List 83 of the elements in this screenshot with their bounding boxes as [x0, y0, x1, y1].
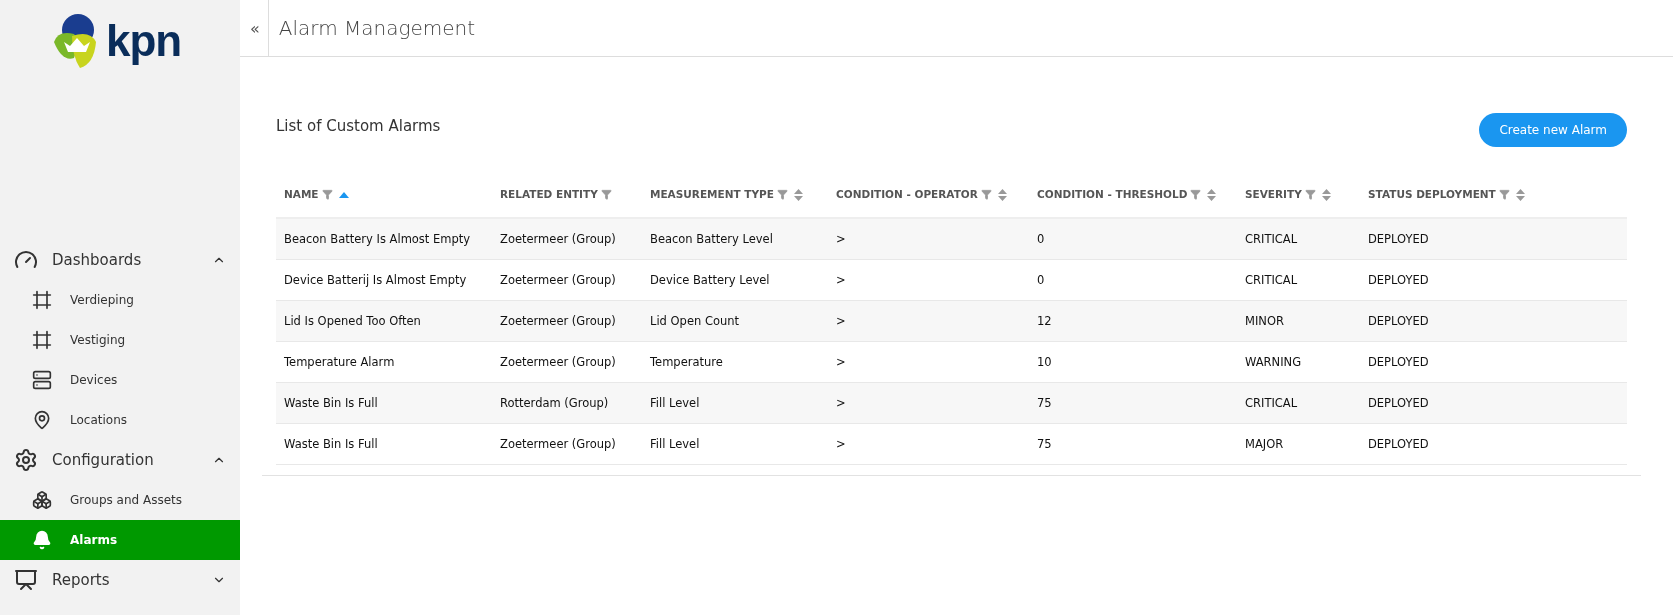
column-header[interactable]: NAME	[284, 187, 319, 200]
collapse-button[interactable]: «	[240, 0, 269, 56]
table-cell: DEPLOYED	[1360, 300, 1627, 342]
table-cell: DEPLOYED	[1360, 423, 1627, 465]
page-title: Alarm Management	[278, 16, 476, 40]
sidebar-section[interactable]: Reports	[0, 560, 240, 600]
table-cell: Fill Level	[642, 382, 828, 424]
table-cell: >	[828, 218, 1029, 260]
table-cell: >	[828, 423, 1029, 465]
column-header[interactable]: CONDITION - OPERATOR	[836, 187, 978, 200]
table-cell: >	[828, 259, 1029, 301]
table-cell: 12	[1029, 300, 1237, 342]
table-cell: Rotterdam (Group)	[492, 382, 642, 424]
table-cell: Lid Open Count	[642, 300, 828, 342]
table-cell: Zoetermeer (Group)	[492, 218, 642, 260]
table-cell: Temperature	[642, 341, 828, 383]
sidebar-item[interactable]: Locations	[0, 400, 240, 440]
table-cell: Beacon Battery Is Almost Empty	[276, 218, 492, 260]
sidebar-item[interactable]: Verdieping	[0, 280, 240, 320]
sidebar-item[interactable]: Vestiging	[0, 320, 240, 360]
filter-icon[interactable]	[600, 189, 612, 201]
filter-icon[interactable]	[321, 189, 333, 201]
logo-text: kpn	[106, 16, 182, 66]
sort-icon[interactable]	[1207, 188, 1217, 201]
table-cell: MAJOR	[1237, 423, 1360, 465]
table-cell: DEPLOYED	[1360, 341, 1627, 383]
section-icon	[14, 448, 38, 472]
filter-icon[interactable]	[1304, 189, 1316, 200]
filter-icon[interactable]	[980, 189, 992, 200]
sort-icon[interactable]	[793, 188, 803, 201]
table-cell: WARNING	[1237, 341, 1360, 383]
table-cell: Temperature Alarm	[276, 341, 492, 383]
sort-ascending-icon[interactable]	[338, 190, 349, 199]
item-icon	[32, 530, 52, 550]
table-cell: MINOR	[1237, 300, 1360, 342]
column-header[interactable]: SEVERITY	[1245, 187, 1302, 200]
table-cell: CRITICAL	[1237, 259, 1360, 301]
table-cell: >	[828, 300, 1029, 342]
table-cell: >	[828, 341, 1029, 383]
table-cell: >	[828, 382, 1029, 424]
table-cell: Device Battery Level	[642, 259, 828, 301]
sidebar-section[interactable]: Configuration	[0, 440, 240, 480]
table-cell: Zoetermeer (Group)	[492, 300, 642, 342]
item-icon	[32, 490, 52, 510]
table-cell: 75	[1029, 423, 1237, 465]
sort-icon[interactable]	[1515, 188, 1525, 201]
table-cell: CRITICAL	[1237, 218, 1360, 260]
table-cell: Device Batterij Is Almost Empty	[276, 259, 492, 301]
section-icon	[14, 568, 38, 592]
item-icon	[32, 290, 52, 310]
table-cell: CRITICAL	[1237, 382, 1360, 424]
table-cell: DEPLOYED	[1360, 218, 1627, 260]
sort-icon[interactable]	[997, 188, 1007, 201]
table-cell: Lid Is Opened Too Often	[276, 300, 492, 342]
column-header[interactable]: STATUS DEPLOYMENT	[1368, 187, 1496, 200]
table-cell: Waste Bin Is Full	[276, 382, 492, 424]
sidebar-item[interactable]: Groups and Assets	[0, 480, 240, 520]
item-icon	[32, 410, 52, 430]
sidebar-section[interactable]: Dashboards	[0, 240, 240, 280]
table-cell: Fill Level	[642, 423, 828, 465]
column-header[interactable]: MEASUREMENT TYPE	[650, 187, 774, 200]
table-cell: DEPLOYED	[1360, 259, 1627, 301]
table-cell: 0	[1029, 218, 1237, 260]
table-cell: 0	[1029, 259, 1237, 301]
table-cell: DEPLOYED	[1360, 382, 1627, 424]
table-cell: Zoetermeer (Group)	[492, 423, 642, 465]
item-icon	[32, 370, 52, 390]
table-cell: Waste Bin Is Full	[276, 423, 492, 465]
filter-icon[interactable]	[776, 189, 788, 200]
sidebar-item[interactable]: Alarms	[0, 520, 240, 560]
sidebar-item[interactable]: Devices	[0, 360, 240, 400]
card-title: List of Custom Alarms	[276, 117, 441, 135]
sort-icon[interactable]	[1321, 188, 1331, 201]
table-cell: Beacon Battery Level	[642, 218, 828, 260]
table-cell: Zoetermeer (Group)	[492, 341, 642, 383]
item-icon	[32, 330, 52, 350]
column-header[interactable]: CONDITION - THRESHOLD	[1037, 187, 1188, 200]
filter-icon[interactable]	[1498, 189, 1510, 200]
filter-icon[interactable]	[1190, 189, 1202, 200]
table-cell: 10	[1029, 341, 1237, 383]
column-header[interactable]: RELATED ENTITY	[500, 187, 598, 200]
table-cell: 75	[1029, 382, 1237, 424]
table-cell: Zoetermeer (Group)	[492, 259, 642, 301]
